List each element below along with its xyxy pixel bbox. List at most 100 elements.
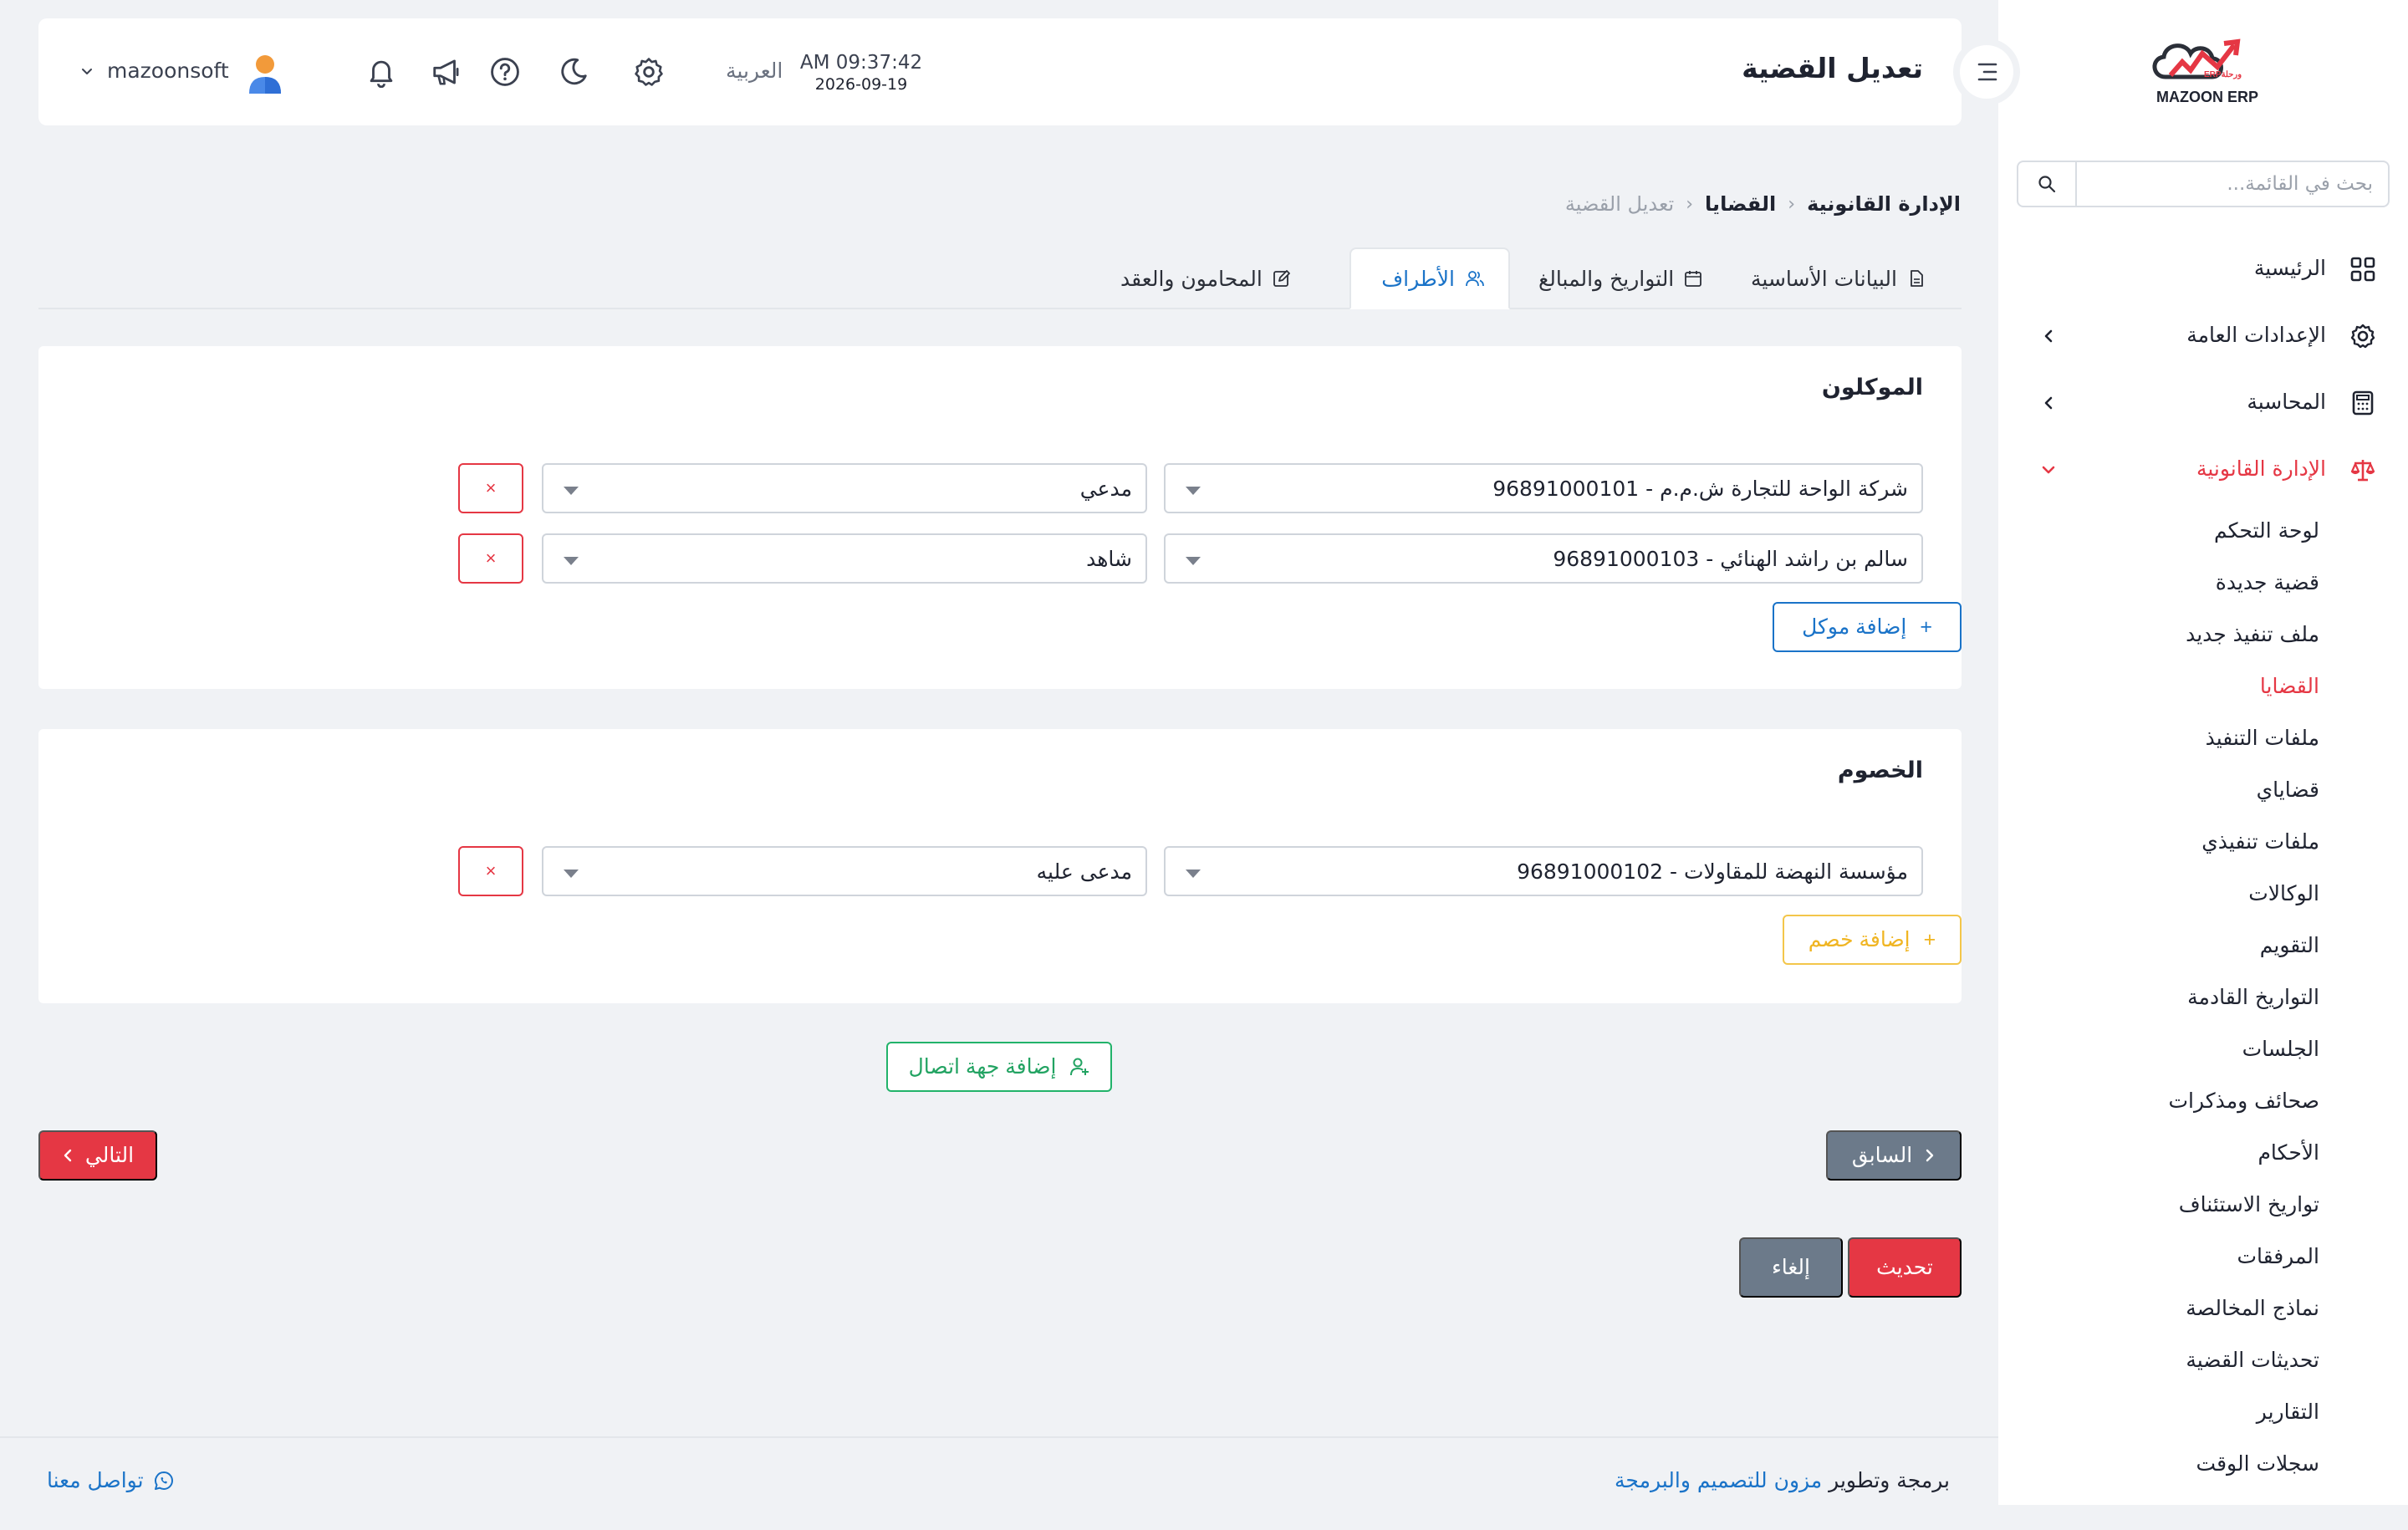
sidebar-subitem-label: تواريخ الاستئناف xyxy=(2178,1192,2319,1216)
gear-icon xyxy=(2349,323,2376,349)
footer-credit-prefix: برمجة وتطوير xyxy=(1829,1468,1950,1492)
sidebar-subitem[interactable]: تحديثات القضية xyxy=(1998,1339,2408,1381)
tab-parties[interactable]: الأطراف xyxy=(1349,247,1510,309)
client-party-select[interactable]: شركة الواحة للتجارة ش.م.م - 96891000101 xyxy=(1164,463,1923,513)
tab-label: البيانات الأساسية xyxy=(1751,266,1897,291)
avatar[interactable] xyxy=(244,52,286,97)
sidebar: ERPورحلة MAZOON ERP الرئيسية الإعدادات ا… xyxy=(1998,0,2408,1505)
remove-opponent-button[interactable]: × xyxy=(458,846,523,896)
opponent-party-select[interactable]: مؤسسة النهضة للمقاولات - 96891000102 xyxy=(1164,846,1923,896)
add-client-button[interactable]: + إضافة موكل xyxy=(1773,602,1962,652)
sidebar-subitem[interactable]: لوحة التحكم xyxy=(1998,510,2408,552)
sidebar-item-general-settings[interactable]: الإعدادات العامة xyxy=(1998,311,2408,361)
chevron-right-icon xyxy=(1924,1148,1936,1163)
sidebar-subitem[interactable]: الوكالات xyxy=(1998,873,2408,915)
add-contact-button[interactable]: إضافة جهة اتصال xyxy=(886,1042,1112,1092)
dropdown-caret-icon xyxy=(1186,487,1201,495)
sidebar-subitem[interactable]: تواريخ الاستئناف xyxy=(1998,1184,2408,1226)
sidebar-subitem-label: التواريخ القادمة xyxy=(2187,985,2319,1009)
scales-icon xyxy=(2349,456,2376,483)
remove-client-button[interactable]: × xyxy=(458,463,523,513)
footer-company-link[interactable]: مزون للتصميم والبرمجة xyxy=(1615,1468,1822,1492)
sidebar-subitem[interactable]: نماذج المخالصة xyxy=(1998,1288,2408,1329)
client-role-select[interactable]: مدعي xyxy=(542,463,1147,513)
search-icon[interactable] xyxy=(2018,162,2077,206)
client-role-select[interactable]: شاهد xyxy=(542,533,1147,584)
cancel-button[interactable]: إلغاء xyxy=(1739,1237,1843,1298)
previous-button[interactable]: السابق xyxy=(1826,1130,1962,1181)
chevron-down-icon[interactable] xyxy=(80,65,94,79)
sidebar-subitem[interactable]: التواريخ القادمة xyxy=(1998,977,2408,1018)
sidebar-item-home[interactable]: الرئيسية xyxy=(1998,244,2408,294)
close-icon: × xyxy=(485,548,497,569)
breadcrumb-item[interactable]: القضايا xyxy=(1705,192,1776,216)
update-button[interactable]: تحديث xyxy=(1848,1237,1962,1298)
chevron-left-icon xyxy=(62,1148,74,1163)
client-party-select[interactable]: سالم بن راشد الهنائي - 96891000103 xyxy=(1164,533,1923,584)
sidebar-subitem-label: قضاياي xyxy=(2256,778,2319,802)
sidebar-subitem[interactable]: صحائف ومذكرات xyxy=(1998,1080,2408,1122)
sidebar-subitem[interactable]: سجلات الوقت xyxy=(1998,1443,2408,1485)
sidebar-subitem[interactable]: الجلسات xyxy=(1998,1028,2408,1070)
sidebar-toggle-button[interactable] xyxy=(1953,38,2020,105)
sidebar-item-label: الإعدادات العامة xyxy=(2186,323,2326,347)
sidebar-subitem[interactable]: الأحكام xyxy=(1998,1132,2408,1174)
button-label: إضافة موكل xyxy=(1802,615,1907,639)
remove-client-button[interactable]: × xyxy=(458,533,523,584)
sidebar-subitem-label: التقارير xyxy=(2256,1400,2319,1424)
sidebar-subitem[interactable]: قضية جديدة xyxy=(1998,562,2408,604)
app-logo[interactable]: ERPورحلة MAZOON ERP xyxy=(2140,33,2274,117)
sidebar-item-label: المحاسبة xyxy=(2247,390,2326,414)
clock-time: AM 09:37:42 xyxy=(799,52,923,74)
contact-us-link[interactable]: تواصل معنا xyxy=(47,1468,174,1492)
language-switcher[interactable]: العربية xyxy=(726,59,783,83)
sidebar-subitem-label: ملف تنفيذ جديد xyxy=(2186,622,2319,646)
sidebar-search-input[interactable] xyxy=(2080,166,2373,202)
next-button[interactable]: التالي xyxy=(38,1130,157,1181)
settings-gear-icon[interactable] xyxy=(630,54,667,90)
sidebar-subitem[interactable]: ملفات التنفيذ xyxy=(1998,717,2408,759)
opponents-card: الخصوم مؤسسة النهضة للمقاولات - 96891000… xyxy=(38,729,1962,1003)
sidebar-subitem[interactable]: التقويم xyxy=(1998,925,2408,966)
button-label: إضافة خصم xyxy=(1808,928,1911,951)
close-icon: × xyxy=(485,477,497,498)
sidebar-subitem[interactable]: قضاياي xyxy=(1998,769,2408,811)
calculator-icon xyxy=(2349,390,2376,416)
chevron-left-icon xyxy=(2040,395,2057,411)
sidebar-item-accounting[interactable]: المحاسبة xyxy=(1998,378,2408,428)
select-value: شاهد xyxy=(1086,547,1132,571)
sidebar-subitem[interactable]: التقارير xyxy=(1998,1391,2408,1433)
dropdown-caret-icon xyxy=(564,557,579,565)
breadcrumb-item[interactable]: الإدارة القانونية xyxy=(1807,192,1961,216)
select-value: سالم بن راشد الهنائي - 96891000103 xyxy=(1553,547,1908,571)
sidebar-item-legal-management[interactable]: الإدارة القانونية xyxy=(1998,445,2408,495)
select-value: مدعى عليه xyxy=(1036,859,1132,884)
opponent-role-select[interactable]: مدعى عليه xyxy=(542,846,1147,896)
add-opponent-button[interactable]: + إضافة خصم xyxy=(1783,915,1962,965)
logo-tagline: ERPورحلة xyxy=(2204,70,2242,79)
sidebar-subitem-label: الجلسات xyxy=(2242,1037,2319,1061)
sidebar-subitem[interactable]: المرفقات xyxy=(1998,1236,2408,1278)
tab-dates-amounts[interactable]: التواريخ والمبالغ xyxy=(1515,247,1726,309)
breadcrumb-separator-icon: ‹ xyxy=(1686,193,1694,215)
moon-icon[interactable] xyxy=(555,54,592,90)
user-name[interactable]: mazoonsoft xyxy=(107,59,229,83)
page-title: تعديل القضية xyxy=(1742,52,1923,84)
sidebar-subitem-label: لوحة التحكم xyxy=(2213,518,2319,543)
button-label: تحديث xyxy=(1876,1256,1933,1279)
bell-icon[interactable] xyxy=(363,54,400,90)
tab-lawyers-contract[interactable]: المحامون والعقد xyxy=(1097,247,1314,309)
document-icon xyxy=(1907,269,1926,288)
button-label: السابق xyxy=(1851,1144,1913,1167)
sidebar-subitem-label: نماذج المخالصة xyxy=(2186,1296,2319,1320)
help-circle-icon[interactable] xyxy=(487,54,523,90)
sidebar-subitem-label: القضايا xyxy=(2259,674,2319,698)
tab-basic-info[interactable]: البيانات الأساسية xyxy=(1727,247,1949,309)
clock-date: 2026-09-19 xyxy=(814,75,908,94)
megaphone-icon[interactable] xyxy=(428,54,465,90)
sidebar-subitem-cases[interactable]: القضايا xyxy=(1998,666,2408,707)
chevron-left-icon xyxy=(2040,328,2057,344)
clients-title: الموكلون xyxy=(1821,375,1923,400)
sidebar-subitem[interactable]: ملف تنفيذ جديد xyxy=(1998,614,2408,655)
sidebar-subitem[interactable]: ملفات تنفيذي xyxy=(1998,821,2408,863)
